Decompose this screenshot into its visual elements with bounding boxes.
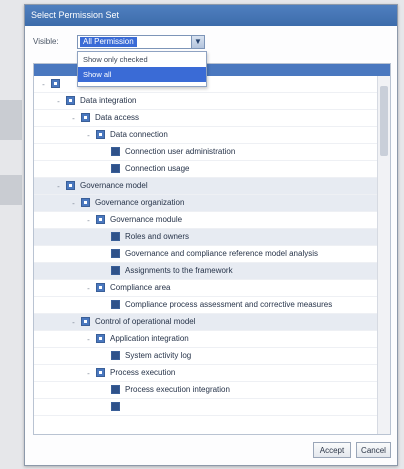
permission-checkbox[interactable] — [111, 385, 120, 394]
background-strip-bottom — [0, 175, 22, 205]
permission-checkbox[interactable] — [96, 215, 105, 224]
tree-row[interactable]: Process execution integration — [34, 382, 377, 399]
permission-checkbox[interactable] — [111, 164, 120, 173]
permission-checkbox[interactable] — [111, 249, 120, 258]
collapse-toggle-icon[interactable]: - — [55, 183, 62, 191]
visibility-combobox[interactable]: All Permission ▼ — [77, 35, 205, 49]
tree-row[interactable]: - Governance organization — [34, 195, 377, 212]
tree-row-label: Data access — [95, 113, 140, 122]
tree-row-label: Control of operational model — [95, 317, 196, 326]
permission-checkbox[interactable] — [96, 334, 105, 343]
permission-checkbox[interactable] — [96, 130, 105, 139]
collapse-toggle-icon[interactable]: - — [85, 370, 92, 378]
tree-row[interactable] — [34, 399, 377, 416]
tree-row[interactable]: - Governance model — [34, 178, 377, 195]
scrollbar-thumb[interactable] — [380, 86, 388, 156]
tree-row[interactable]: Roles and owners — [34, 229, 377, 246]
dropdown-option-show-all[interactable]: Show all — [78, 67, 206, 82]
tree-row-label: Governance model — [80, 181, 148, 190]
permission-checkbox[interactable] — [111, 266, 120, 275]
permission-checkbox[interactable] — [81, 317, 90, 326]
tree-row[interactable]: Assignments to the framework — [34, 263, 377, 280]
permission-checkbox[interactable] — [66, 96, 75, 105]
permission-checkbox[interactable] — [66, 181, 75, 190]
tree-row[interactable]: - Control of operational model — [34, 314, 377, 331]
visibility-filter-row: Visible: All Permission ▼ — [33, 33, 283, 51]
cancel-button[interactable]: Cancel — [356, 442, 391, 458]
tree-row[interactable]: System activity log — [34, 348, 377, 365]
tree-row-label: Governance organization — [95, 198, 185, 207]
collapse-toggle-icon[interactable]: - — [85, 336, 92, 344]
permission-dialog: Select Permission Set Visible: All Permi… — [24, 4, 398, 466]
tree-row-label: Connection user administration — [125, 147, 236, 156]
permission-checkbox[interactable] — [81, 113, 90, 122]
tree-row-label: Governance module — [110, 215, 183, 224]
collapse-toggle-icon[interactable]: - — [85, 217, 92, 225]
visible-label: Visible: — [33, 37, 59, 46]
tree-rows: - - Data integration - Data access - Data conn… — [34, 76, 377, 416]
collapse-toggle-icon[interactable]: - — [55, 98, 62, 106]
permission-checkbox[interactable] — [96, 283, 105, 292]
collapse-toggle-icon[interactable]: - — [70, 319, 77, 327]
tree-row[interactable]: Connection usage — [34, 161, 377, 178]
background-strip-top — [0, 100, 22, 140]
collapse-toggle-icon[interactable]: - — [70, 200, 77, 208]
tree-row-label: Compliance area — [110, 283, 171, 292]
permission-checkbox[interactable] — [96, 368, 105, 377]
permission-tree: - - Data integration - Data access - Data conn… — [33, 63, 391, 435]
collapse-toggle-icon[interactable]: - — [85, 132, 92, 140]
tree-row[interactable]: - Compliance area — [34, 280, 377, 297]
vertical-scrollbar[interactable] — [377, 76, 390, 434]
dropdown-option-show-checked[interactable]: Show only checked — [78, 52, 206, 67]
permission-checkbox[interactable] — [81, 198, 90, 207]
tree-row-label: Governance and compliance reference mode… — [125, 249, 318, 258]
tree-row[interactable]: - Data connection — [34, 127, 377, 144]
permission-checkbox[interactable] — [51, 79, 60, 88]
dialog-title: Select Permission Set — [25, 5, 397, 26]
tree-row-label: Application integration — [110, 334, 189, 343]
tree-row-label: System activity log — [125, 351, 192, 360]
collapse-toggle-icon[interactable]: - — [70, 115, 77, 123]
tree-row[interactable]: Connection user administration — [34, 144, 377, 161]
tree-row-label: Process execution — [110, 368, 176, 377]
chevron-down-icon[interactable]: ▼ — [191, 35, 205, 49]
visibility-dropdown: Show only checked Show all — [77, 51, 207, 87]
tree-row[interactable]: Governance and compliance reference mode… — [34, 246, 377, 263]
tree-row[interactable]: - Data access — [34, 110, 377, 127]
tree-row-label: Data connection — [110, 130, 168, 139]
combobox-value: All Permission — [80, 37, 137, 47]
collapse-toggle-icon[interactable]: - — [40, 81, 47, 89]
tree-row-label: Compliance process assessment and correc… — [125, 300, 333, 309]
tree-row-label: Roles and owners — [125, 232, 190, 241]
tree-row[interactable]: - Process execution — [34, 365, 377, 382]
tree-row[interactable]: - Application integration — [34, 331, 377, 348]
tree-row-label: Connection usage — [125, 164, 190, 173]
tree-row-label: Process execution integration — [125, 385, 230, 394]
tree-row[interactable]: Compliance process assessment and correc… — [34, 297, 377, 314]
collapse-toggle-icon[interactable]: - — [85, 285, 92, 293]
permission-checkbox[interactable] — [111, 232, 120, 241]
tree-row-label: Assignments to the framework — [125, 266, 233, 275]
tree-row[interactable]: - Governance module — [34, 212, 377, 229]
permission-checkbox[interactable] — [111, 351, 120, 360]
permission-checkbox[interactable] — [111, 402, 120, 411]
permission-checkbox[interactable] — [111, 147, 120, 156]
permission-checkbox[interactable] — [111, 300, 120, 309]
accept-button[interactable]: Accept — [313, 442, 351, 458]
tree-row[interactable]: - Data integration — [34, 93, 377, 110]
tree-row-label: Data integration — [80, 96, 137, 105]
